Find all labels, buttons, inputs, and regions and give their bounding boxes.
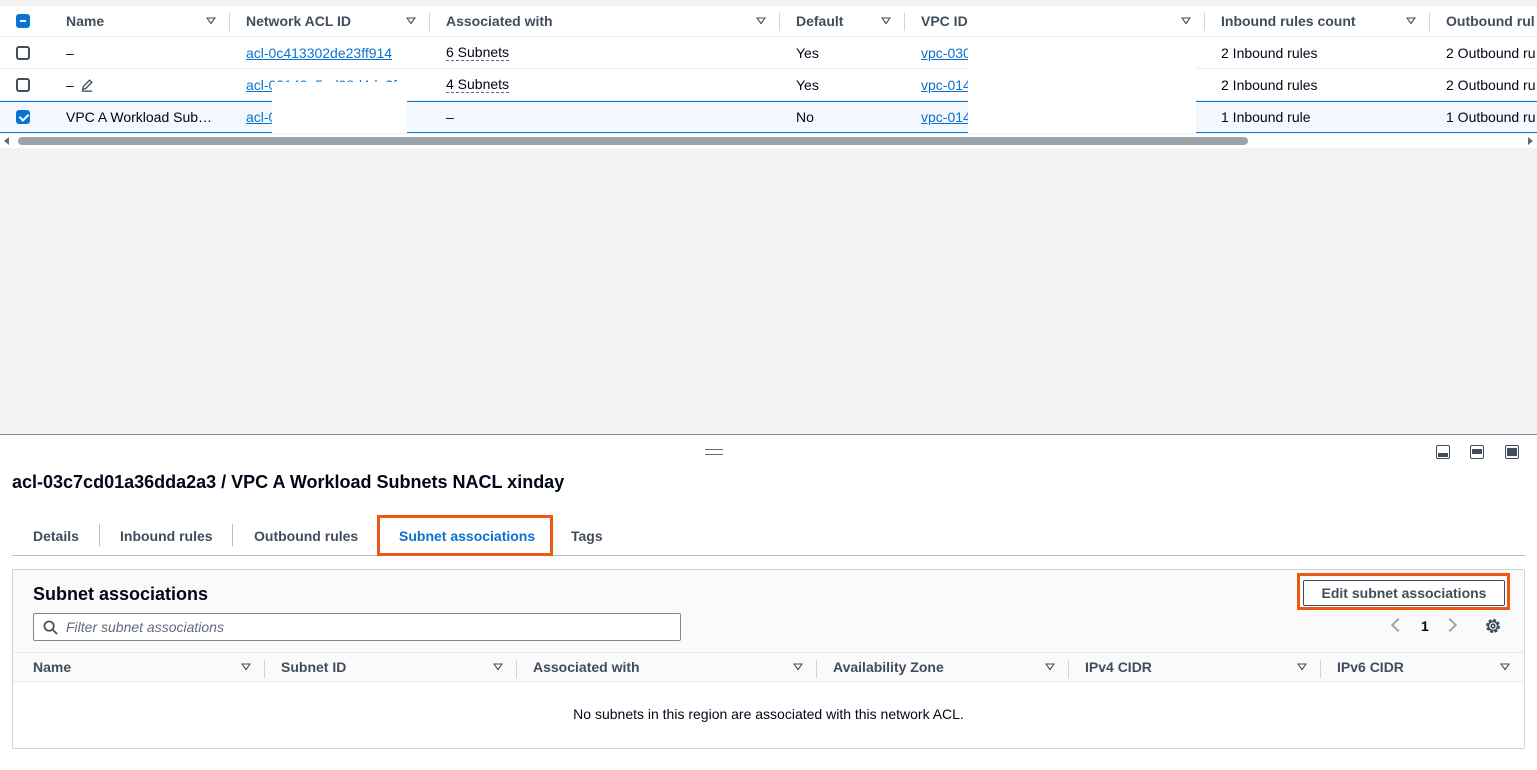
cell-outbound: 1 Outbound ru: [1446, 109, 1536, 125]
detail-title: acl-03c7cd01a36dda2a3 / VPC A Workload S…: [12, 472, 565, 492]
sort-caret-icon[interactable]: [241, 663, 251, 671]
cell-acl-id: acl-0c413302de23ff914: [230, 37, 430, 68]
redaction-box: [272, 82, 407, 133]
panel-bottom-icon[interactable]: [1436, 445, 1450, 459]
gear-icon[interactable]: [1483, 616, 1503, 636]
row-select-cell[interactable]: [16, 37, 46, 68]
row-checkbox[interactable]: [16, 77, 30, 92]
panel-side-icon[interactable]: [1470, 445, 1484, 459]
tab-outbound-rules[interactable]: Outbound rules: [254, 518, 358, 554]
cell-default: No: [796, 109, 814, 125]
sort-caret-icon[interactable]: [493, 663, 503, 671]
associated-subnets-popover[interactable]: 4 Subnets: [446, 76, 510, 93]
select-all-cell[interactable]: [16, 6, 46, 36]
sort-caret-icon[interactable]: [206, 17, 216, 25]
scroll-left-icon[interactable]: [4, 137, 9, 145]
column-header-associated-with[interactable]: Associated with: [517, 653, 817, 681]
column-header-associated[interactable]: Associated with: [430, 6, 780, 36]
search-icon: [43, 620, 58, 635]
cell-associated: 4 Subnets: [430, 69, 780, 100]
tab-separator: [99, 524, 100, 546]
sort-caret-icon[interactable]: [1297, 663, 1307, 671]
cell-outbound: 2 Outbound ru: [1446, 76, 1536, 93]
column-header-availability-zone[interactable]: Availability Zone: [817, 653, 1069, 681]
scroll-right-icon[interactable]: [1528, 137, 1533, 145]
cell-outbound: 2 Outbound ru: [1446, 44, 1536, 61]
sort-caret-icon[interactable]: [406, 17, 416, 25]
row-select-cell[interactable]: [16, 102, 46, 132]
cell-inbound: 2 Inbound rules: [1221, 44, 1318, 61]
horizontal-scrollbar[interactable]: [0, 134, 1537, 148]
table-header-row: Name Network ACL ID Associated with Defa…: [0, 6, 1537, 37]
acl-id-link[interactable]: acl-0c413302de23ff914: [246, 45, 392, 61]
column-header-ipv4-cidr[interactable]: IPv4 CIDR: [1069, 653, 1321, 681]
column-header-outbound[interactable]: Outbound rul: [1430, 6, 1537, 36]
cell-inbound: 2 Inbound rules: [1221, 76, 1318, 93]
highlight-box-tab: [377, 515, 553, 556]
cell-name: –: [66, 44, 74, 61]
column-header-ipv6-cidr[interactable]: IPv6 CIDR: [1321, 653, 1524, 681]
panel-maximize-icon[interactable]: [1505, 445, 1519, 459]
chevron-right-icon[interactable]: [1442, 617, 1458, 633]
associated-subnets-popover[interactable]: 6 Subnets: [446, 44, 510, 61]
cell-inbound: 1 Inbound rule: [1221, 109, 1311, 125]
column-header-vpc-id[interactable]: VPC ID: [905, 6, 1205, 36]
tab-separator: [232, 524, 233, 546]
pencil-icon[interactable]: [80, 78, 94, 92]
column-header-subnet-id[interactable]: Subnet ID: [265, 653, 517, 681]
table-row-selected[interactable]: VPC A Workload Sub… acl-03c7cd01a36dda2a…: [0, 101, 1537, 133]
table-row[interactable]: – acl-03149e5ad98d4de3f 4 Subnets Yes vp…: [0, 69, 1537, 101]
sort-caret-icon[interactable]: [793, 663, 803, 671]
sort-caret-icon[interactable]: [756, 17, 766, 25]
cell-associated: 6 Subnets: [430, 37, 780, 68]
sort-caret-icon[interactable]: [1406, 17, 1416, 25]
column-header-name[interactable]: Name: [46, 6, 230, 36]
column-header-inbound[interactable]: Inbound rules count: [1205, 6, 1430, 36]
column-header-default[interactable]: Default: [780, 6, 905, 36]
empty-state-message: No subnets in this region are associated…: [573, 706, 964, 722]
filter-input[interactable]: [66, 617, 666, 637]
filter-field[interactable]: [33, 613, 681, 641]
scrollbar-thumb[interactable]: [18, 137, 1248, 145]
sort-caret-icon[interactable]: [881, 17, 891, 25]
tab-tags[interactable]: Tags: [571, 518, 603, 554]
select-all-checkbox[interactable]: [16, 14, 30, 28]
tab-details[interactable]: Details: [33, 518, 79, 554]
cell-default: Yes: [796, 76, 819, 93]
network-acl-table: Name Network ACL ID Associated with Defa…: [0, 6, 1537, 133]
row-select-cell[interactable]: [16, 69, 46, 100]
sort-caret-icon[interactable]: [1045, 663, 1055, 671]
container-title: Subnet associations: [33, 584, 209, 604]
split-panel-divider[interactable]: [0, 434, 1537, 435]
row-checkbox[interactable]: [16, 110, 30, 124]
detail-tabs: Details Inbound rules Outbound rules Sub…: [12, 518, 1525, 556]
column-header-name[interactable]: Name: [13, 653, 265, 681]
sort-caret-icon[interactable]: [1500, 663, 1510, 671]
network-acl-list-region: Name Network ACL ID Associated with Defa…: [0, 0, 1537, 434]
highlight-box-button: [1297, 573, 1510, 610]
chevron-left-icon[interactable]: [1390, 617, 1406, 633]
page-number[interactable]: 1: [1421, 618, 1429, 634]
column-header-acl-id[interactable]: Network ACL ID: [230, 6, 430, 36]
cell-associated: –: [446, 109, 454, 125]
table-row[interactable]: – acl-0c413302de23ff914 6 Subnets Yes vp…: [0, 37, 1537, 69]
pagination: 1: [1389, 616, 1519, 638]
cell-name: –: [46, 69, 230, 100]
cell-default: Yes: [796, 44, 819, 61]
row-checkbox[interactable]: [16, 45, 30, 60]
subnet-table-header: Name Subnet ID Associated with Availabil…: [13, 652, 1524, 682]
drag-handle-icon[interactable]: [705, 449, 723, 455]
sort-caret-icon[interactable]: [1181, 17, 1191, 25]
redaction-box: [968, 38, 1196, 133]
cell-name: VPC A Workload Sub…: [66, 109, 213, 125]
tab-inbound-rules[interactable]: Inbound rules: [120, 518, 213, 554]
